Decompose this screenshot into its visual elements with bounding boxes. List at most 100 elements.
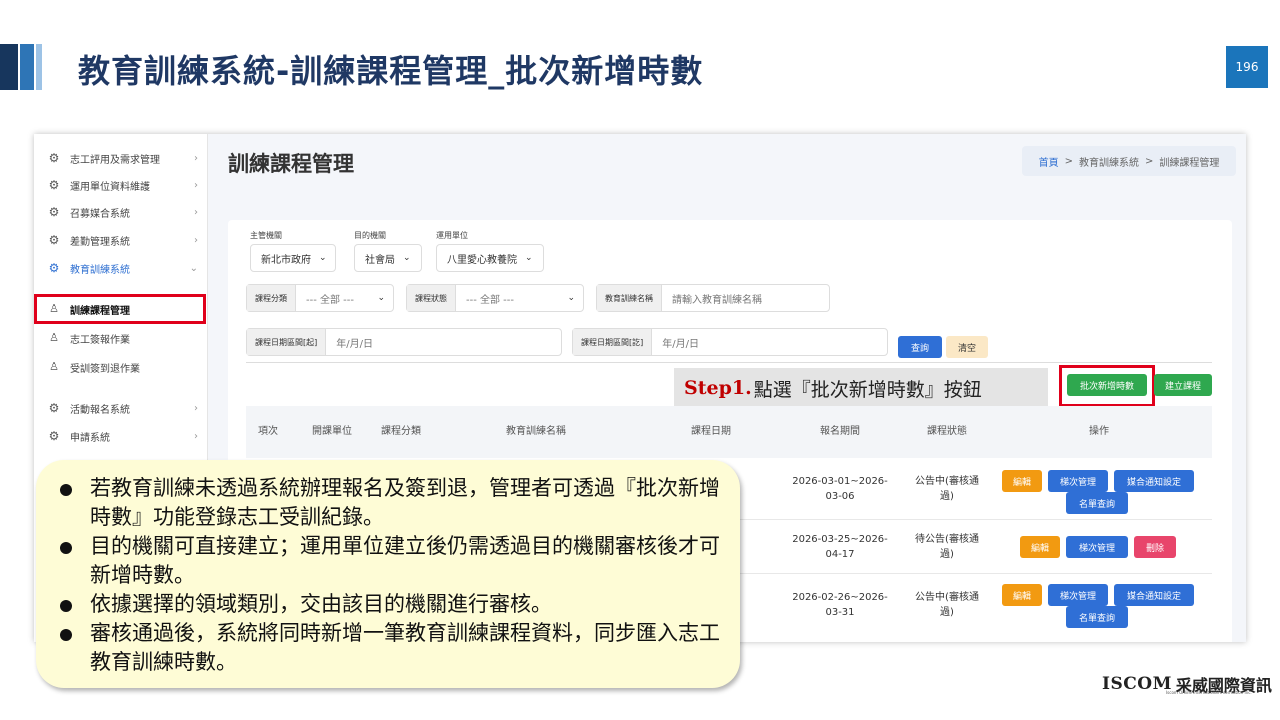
purpose-value: 社會局	[365, 254, 395, 266]
roster-query-button[interactable]: 名單查詢	[1066, 606, 1128, 628]
chevron-right-icon: ›	[194, 430, 198, 442]
clear-button[interactable]: 清空	[946, 336, 988, 358]
match-notify-settings-button[interactable]: 媒合通知設定	[1114, 470, 1194, 492]
status-select[interactable]: 課程狀態 --- 全部 --- ⌄	[406, 284, 584, 312]
chevron-down-icon: ⌄	[567, 293, 575, 303]
breadcrumb: 首頁 > 教育訓練系統 > 訓練課程管理	[1022, 146, 1236, 176]
callout-bullet: 目的機關可直接建立；運用單位建立後仍需透過目的機關審核後才可新增時數。	[58, 532, 720, 590]
gear-icon: ⚙	[48, 233, 60, 247]
chevron-right-icon: ›	[194, 179, 198, 191]
unit-label: 運用單位	[436, 231, 468, 240]
org-label: 主管機關	[250, 231, 282, 240]
chevron-down-icon: ⌄	[319, 253, 327, 263]
gear-icon: ⚙	[48, 151, 60, 165]
title-accent-bar	[20, 44, 34, 90]
match-notify-settings-button[interactable]: 媒合通知設定	[1114, 584, 1194, 606]
course-name-label: 教育訓練名稱	[597, 285, 662, 311]
sidebar-item-label: 活動報名系統	[70, 404, 130, 416]
gear-icon: ⚙	[48, 205, 60, 219]
sidebar-item-volunteer-needs[interactable]: ⚙ 志工評用及需求管理 ›	[48, 148, 198, 168]
chevron-right-icon: ›	[194, 206, 198, 218]
sidebar-item-label: 志工簽報作業	[70, 334, 130, 346]
breadcrumb-item: 訓練課程管理	[1159, 157, 1220, 169]
chevron-right-icon: ›	[194, 402, 198, 414]
chevron-down-icon: ⌄	[189, 262, 198, 274]
callout-bullet: 若教育訓練未透過系統辦理報名及簽到退，管理者可透過『批次新增時數』功能登錄志工受…	[58, 474, 720, 532]
category-select[interactable]: 課程分類 --- 全部 --- ⌄	[246, 284, 394, 312]
sidebar-item-checkin[interactable]: ♙ 受訓簽到退作業	[48, 357, 198, 377]
course-name-placeholder: 請輸入教育訓練名稱	[672, 294, 762, 306]
sidebar-item-label: 教育訓練系統	[70, 264, 130, 276]
sidebar-item-attendance[interactable]: ⚙ 差勤管理系統 ›	[48, 230, 198, 250]
sidebar-item-recruit[interactable]: ⚙ 召募媒合系統 ›	[48, 202, 198, 222]
page-title: 訓練課程管理	[228, 152, 354, 176]
sidebar-item-training[interactable]: ⚙ 教育訓練系統 ⌄	[48, 258, 198, 278]
step-instruction: Step1. 點選『批次新增時數』按鈕	[674, 368, 1048, 408]
roster-query-button[interactable]: 名單查詢	[1066, 492, 1128, 514]
edit-button[interactable]: 編輯	[1002, 470, 1042, 492]
logo-en: ISCOM	[1102, 674, 1172, 694]
column-header: 課程狀態	[927, 426, 967, 437]
signup-period: 2026-03-01~2026-03-06	[792, 476, 888, 502]
query-button[interactable]: 查詢	[898, 336, 942, 358]
column-header: 開課單位	[312, 426, 352, 437]
sidebar-item-label: 志工評用及需求管理	[70, 154, 160, 166]
sidebar-item-activity[interactable]: ⚙ 活動報名系統 ›	[48, 398, 198, 418]
sidebar-item-unit-data[interactable]: ⚙ 運用單位資料維護 ›	[48, 175, 198, 195]
signup-period: 2026-02-26~2026-03-31	[792, 592, 888, 618]
course-start-date-placeholder: 年/月/日	[336, 338, 373, 350]
column-header: 教育訓練名稱	[506, 426, 566, 437]
column-header: 報名期間	[820, 426, 860, 437]
sidebar-item-label: 差勤管理系統	[70, 236, 130, 248]
company-logo: ISCOM 采威國際資訊 Iscom Online International …	[1102, 672, 1272, 696]
course-status: 公告中(審核通過)	[915, 476, 979, 502]
column-header: 課程日期	[691, 426, 731, 437]
breadcrumb-item[interactable]: 教育訓練系統	[1079, 154, 1139, 169]
signup-period: 2026-03-25~2026-04-17	[792, 534, 888, 560]
highlight-box	[34, 294, 206, 324]
step-number: Step1.	[684, 377, 752, 399]
category-label: 課程分類	[247, 285, 296, 311]
course-status: 公告中(審核通過)	[915, 592, 979, 618]
session-management-button[interactable]: 梯次管理	[1048, 470, 1108, 492]
status-value: --- 全部 ---	[466, 294, 515, 306]
purpose-select[interactable]: 社會局 ⌄	[354, 244, 422, 272]
delete-button[interactable]: 刪除	[1134, 536, 1176, 558]
slide-title: 教育訓練系統-訓練課程管理_批次新增時數	[78, 52, 704, 90]
status-label: 課程狀態	[407, 285, 456, 311]
course-status: 待公告(審核通過)	[915, 534, 979, 560]
edit-button[interactable]: 編輯	[1020, 536, 1060, 558]
sidebar-item-label: 申請系統	[70, 432, 110, 444]
column-header: 課程分類	[381, 426, 421, 437]
chevron-down-icon: ⌄	[403, 253, 411, 263]
column-header: 項次	[258, 426, 278, 437]
title-accent-bar	[0, 44, 18, 90]
course-name-input[interactable]: 教育訓練名稱 請輸入教育訓練名稱	[596, 284, 830, 312]
step-text: 點選『批次新增時數』按鈕	[753, 378, 982, 401]
unit-select[interactable]: 八里愛心教養院 ⌄	[436, 244, 544, 272]
create-course-button[interactable]: 建立課程	[1154, 374, 1212, 396]
chevron-down-icon: ⌄	[525, 253, 533, 263]
course-end-date-input[interactable]: 課程日期區間[訖] 年/月/日	[572, 328, 888, 356]
sidebar-item-apply[interactable]: ⚙ 申請系統 ›	[48, 426, 198, 446]
breadcrumb-home[interactable]: 首頁	[1039, 154, 1059, 169]
session-management-button[interactable]: 梯次管理	[1066, 536, 1128, 558]
course-start-date-input[interactable]: 課程日期區間[起] 年/月/日	[246, 328, 562, 356]
sidebar-item-signup[interactable]: ♙ 志工簽報作業	[48, 328, 198, 348]
chevron-down-icon: ⌄	[377, 293, 385, 303]
breadcrumb-separator: >	[1145, 155, 1154, 167]
course-start-date-label: 課程日期區間[起]	[247, 329, 327, 355]
sidebar-item-label: 召募媒合系統	[70, 208, 130, 220]
sidebar-item-label: 受訓簽到退作業	[70, 363, 140, 375]
gear-icon: ⚙	[48, 261, 60, 275]
callout-bullet: 審核通過後，系統將同時新增一筆教育訓練課程資料，同步匯入志工教育訓練時數。	[58, 619, 720, 677]
session-management-button[interactable]: 梯次管理	[1048, 584, 1108, 606]
breadcrumb-separator: >	[1064, 155, 1073, 167]
org-select[interactable]: 新北市政府 ⌄	[250, 244, 336, 272]
edit-button[interactable]: 編輯	[1002, 584, 1042, 606]
sidebar-item-label: 運用單位資料維護	[70, 181, 150, 193]
category-value: --- 全部 ---	[306, 294, 355, 306]
unit-value: 八里愛心教養院	[447, 254, 517, 266]
user-icon: ♙	[49, 331, 59, 344]
user-icon: ♙	[49, 360, 59, 373]
